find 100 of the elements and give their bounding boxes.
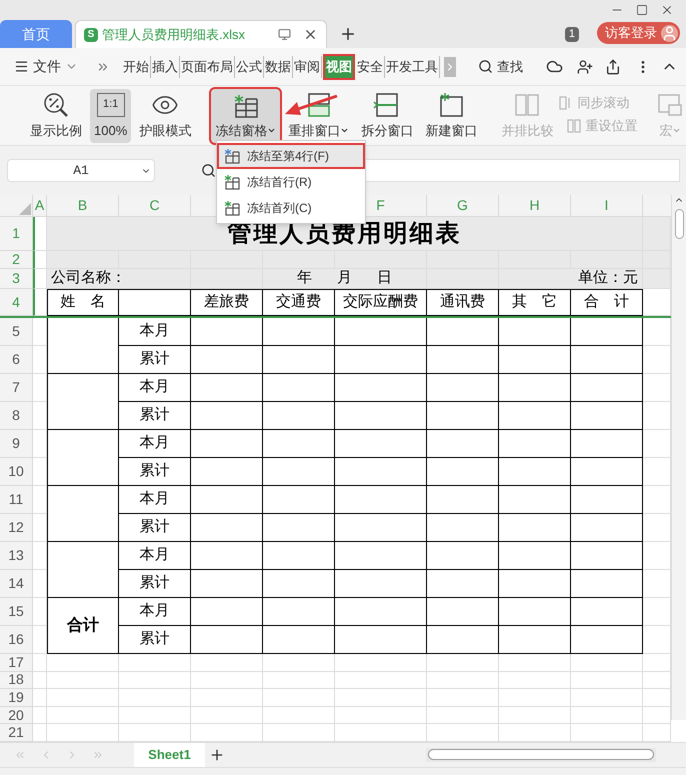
sheet-cell[interactable] xyxy=(571,598,643,626)
sheet-cell[interactable]: 本月 xyxy=(119,598,191,626)
sheet-cell[interactable] xyxy=(499,486,571,514)
sheet-cell[interactable]: 累计 xyxy=(119,570,191,598)
sheet-cell[interactable]: 本月 xyxy=(119,430,191,458)
sheet-cell[interactable]: 合 计 xyxy=(571,289,643,316)
monitor-icon[interactable] xyxy=(278,28,291,41)
row-header[interactable]: 15 xyxy=(0,598,33,626)
row-header[interactable]: 12 xyxy=(0,514,33,542)
row-header[interactable]: 17 xyxy=(0,654,33,672)
select-all-corner[interactable] xyxy=(0,195,33,217)
row-header[interactable]: 10 xyxy=(0,458,33,486)
ribbon-tab[interactable]: 公式 xyxy=(235,56,264,78)
search-icon[interactable] xyxy=(201,163,216,178)
sheet-cell[interactable] xyxy=(571,626,643,654)
sheet-cell[interactable]: 本月 xyxy=(119,486,191,514)
sheet-cell[interactable] xyxy=(571,458,643,486)
sheet-cell[interactable]: 累计 xyxy=(119,346,191,374)
ribbon-button[interactable]: 重排窗口 xyxy=(284,88,354,142)
sheet-cell[interactable] xyxy=(499,542,571,570)
sheet-cell[interactable]: 其 它 xyxy=(499,289,571,316)
ribbon-button[interactable]: 护眼模式 xyxy=(135,88,196,142)
scroll-tabs-icon[interactable] xyxy=(444,56,456,76)
sheet-cell[interactable] xyxy=(191,542,263,570)
row-header[interactable]: 18 xyxy=(0,672,33,690)
ribbon-tab[interactable]: 开发工具 xyxy=(385,56,440,78)
sheet-cell[interactable] xyxy=(335,514,427,542)
close-icon[interactable] xyxy=(660,3,674,17)
login-button[interactable]: 访客登录 xyxy=(597,22,680,44)
sheet-cell[interactable] xyxy=(191,626,263,654)
sheet-cell[interactable]: 公司名称： xyxy=(47,269,191,289)
maximize-icon[interactable] xyxy=(636,4,648,16)
sheet-cell[interactable] xyxy=(499,430,571,458)
ribbon-tab[interactable]: 插入 xyxy=(151,56,180,78)
sheet-cell[interactable] xyxy=(191,402,263,430)
ribbon-tab[interactable]: 视图 xyxy=(325,56,353,78)
sheet-cell[interactable] xyxy=(263,598,335,626)
sheet-cell[interactable]: 通讯费 xyxy=(427,289,499,316)
sheet-cell[interactable] xyxy=(427,542,499,570)
sheet-cell[interactable] xyxy=(499,374,571,402)
sheet-cell[interactable] xyxy=(191,374,263,402)
sheet-cell[interactable] xyxy=(263,570,335,598)
cloud-icon[interactable] xyxy=(546,58,563,75)
ribbon-button[interactable]: 拆分窗口 xyxy=(357,88,418,142)
sheet-cell[interactable] xyxy=(427,402,499,430)
sheet-cell[interactable] xyxy=(571,346,643,374)
row-header[interactable]: 19 xyxy=(0,689,33,707)
sheet-cell[interactable] xyxy=(427,570,499,598)
sheet-cell[interactable]: 本月 xyxy=(119,374,191,402)
sheet-cell[interactable] xyxy=(427,430,499,458)
sheet-cell[interactable] xyxy=(499,458,571,486)
ribbon-tab[interactable]: 安全 xyxy=(356,56,385,78)
ribbon-button[interactable]: 冻结窗格 xyxy=(211,88,280,142)
row-header[interactable]: 14 xyxy=(0,570,33,598)
ribbon-button[interactable]: 新建窗口 xyxy=(421,88,482,142)
sheet-cell[interactable] xyxy=(335,626,427,654)
row-header[interactable]: 13 xyxy=(0,542,33,570)
sheet-cell[interactable]: 本月 xyxy=(119,318,191,346)
new-tab-icon[interactable] xyxy=(339,25,357,43)
sheet-cell[interactable] xyxy=(263,514,335,542)
sheet-cell[interactable]: 本月 xyxy=(119,542,191,570)
sheet-cell[interactable] xyxy=(191,514,263,542)
sheet-cell[interactable] xyxy=(263,626,335,654)
sheet-cell[interactable] xyxy=(335,346,427,374)
sheet-cell[interactable] xyxy=(263,458,335,486)
sheet-cell[interactable] xyxy=(119,289,191,316)
sheet-cell[interactable] xyxy=(263,486,335,514)
sheet-cell[interactable] xyxy=(263,346,335,374)
sheet-cell[interactable] xyxy=(499,514,571,542)
ribbon-button[interactable]: 1:1 100% xyxy=(90,88,132,142)
sheet-cell[interactable] xyxy=(263,542,335,570)
vertical-scrollbar[interactable] xyxy=(671,195,686,720)
file-tab[interactable]: S 管理人员费用明细表.xlsx xyxy=(75,20,327,48)
sheet-cell[interactable]: 累计 xyxy=(119,458,191,486)
sheet-cell[interactable] xyxy=(335,570,427,598)
sheet-cell[interactable] xyxy=(47,486,119,542)
sheet-cell[interactable] xyxy=(335,402,427,430)
sheet-cell[interactable] xyxy=(191,598,263,626)
sheet-cell[interactable] xyxy=(263,374,335,402)
sheet-cell[interactable] xyxy=(499,346,571,374)
add-sheet-icon[interactable] xyxy=(209,746,225,763)
sheet-cell[interactable] xyxy=(499,402,571,430)
sheet-cell[interactable] xyxy=(427,598,499,626)
add-user-icon[interactable] xyxy=(577,58,593,74)
sheet-cell[interactable] xyxy=(191,430,263,458)
sheet-cell[interactable] xyxy=(571,318,643,346)
sheet-cell[interactable] xyxy=(571,570,643,598)
sheet-cell[interactable] xyxy=(191,570,263,598)
row-header[interactable]: 21 xyxy=(0,724,33,742)
sheet-cell[interactable] xyxy=(191,346,263,374)
sheet-cell[interactable] xyxy=(427,458,499,486)
sheet-cell[interactable] xyxy=(427,626,499,654)
sheet-cell[interactable] xyxy=(499,598,571,626)
ribbon-tab[interactable]: 开始 xyxy=(122,56,151,78)
sheet-cell[interactable]: 年 月 日 xyxy=(263,269,427,289)
sheet-cell[interactable] xyxy=(571,486,643,514)
sheet-cell[interactable] xyxy=(47,542,119,598)
sheet-cell[interactable] xyxy=(263,430,335,458)
search-button[interactable]: 查找 xyxy=(478,56,523,76)
row-header[interactable]: 9 xyxy=(0,430,33,458)
